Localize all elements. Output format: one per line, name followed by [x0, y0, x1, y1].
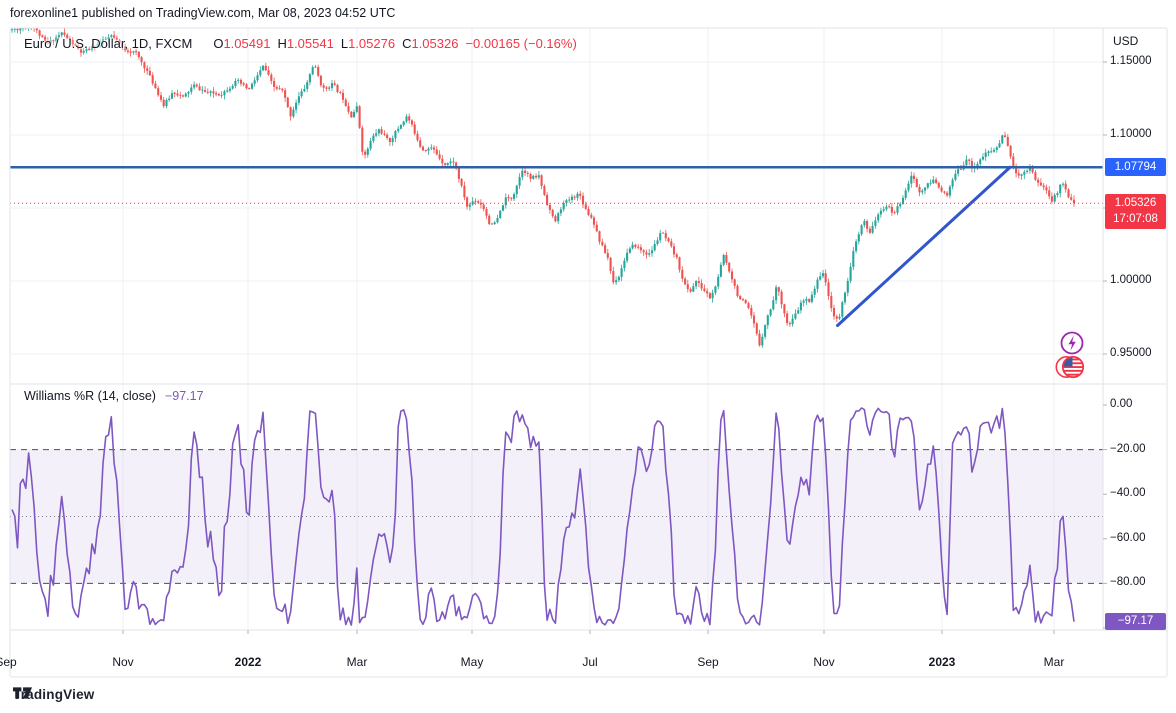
- chart-canvas[interactable]: [0, 0, 1176, 713]
- tradingview-snapshot: forexonline1 published on TradingView.co…: [0, 0, 1176, 713]
- time-tick-label: Nov: [802, 655, 846, 669]
- price-tick-label: 1.15000: [1110, 55, 1152, 67]
- price-tick-label: 0.95000: [1110, 347, 1152, 359]
- williams-r-title[interactable]: Williams %R (14, close): [24, 389, 156, 403]
- time-tick-label: May: [450, 655, 494, 669]
- time-tick-label: 2023: [920, 655, 964, 669]
- time-tick-label: Sep: [0, 655, 28, 669]
- time-tick-label: Sep: [686, 655, 730, 669]
- bar-countdown: 17:07:08: [1105, 211, 1166, 227]
- indicator-tick-label: −20.00: [1110, 443, 1146, 455]
- publish-header: forexonline1 published on TradingView.co…: [10, 6, 395, 20]
- indicator-tick-label: 0.00: [1110, 398, 1132, 410]
- tradingview-footer[interactable]: TradingView: [13, 687, 94, 702]
- change-value: −0.00165 (−0.16%): [465, 36, 576, 51]
- time-tick-label: Mar: [1032, 655, 1076, 669]
- ohlc-open-value: 1.05491: [223, 36, 270, 51]
- williams-r-badge: −97.17: [1105, 613, 1166, 630]
- indicator-tick-label: −40.00: [1110, 487, 1146, 499]
- ohlc-low-label: L: [341, 36, 348, 51]
- time-tick-label: Mar: [335, 655, 379, 669]
- last-price-badge: 1.05326 17:07:08: [1105, 194, 1166, 229]
- indicator-tick-label: −60.00: [1110, 532, 1146, 544]
- time-tick-label: 2022: [226, 655, 270, 669]
- price-tick-label: 1.10000: [1110, 128, 1152, 140]
- price-axis-currency: USD: [1113, 34, 1138, 48]
- hline-price-badge: 1.07794: [1105, 158, 1166, 176]
- ohlc-high-label: H: [277, 36, 286, 51]
- chart-markers: [1056, 333, 1083, 378]
- williams-r-legend[interactable]: Williams %R (14, close) −97.17: [24, 389, 204, 403]
- last-price-value: 1.05326: [1105, 195, 1166, 211]
- ohlc-high-value: 1.05541: [287, 36, 334, 51]
- symbol-legend[interactable]: Euro / U.S. Dollar, 1D, FXCMO1.05491H1.0…: [24, 36, 577, 51]
- williams-r-value: −97.17: [165, 389, 204, 403]
- ohlc-open-label: O: [213, 36, 223, 51]
- time-tick-label: Nov: [101, 655, 145, 669]
- indicator-tick-label: −80.00: [1110, 576, 1146, 588]
- time-tick-label: Jul: [568, 655, 612, 669]
- symbol-title[interactable]: Euro / U.S. Dollar, 1D, FXCM: [24, 36, 192, 51]
- trend-line: [838, 167, 1011, 325]
- candles-layer: [12, 23, 1074, 348]
- ohlc-close-value: 1.05326: [411, 36, 458, 51]
- tradingview-logo-icon: [13, 687, 32, 699]
- ohlc-low-value: 1.05276: [348, 36, 395, 51]
- price-tick-label: 1.00000: [1110, 274, 1152, 286]
